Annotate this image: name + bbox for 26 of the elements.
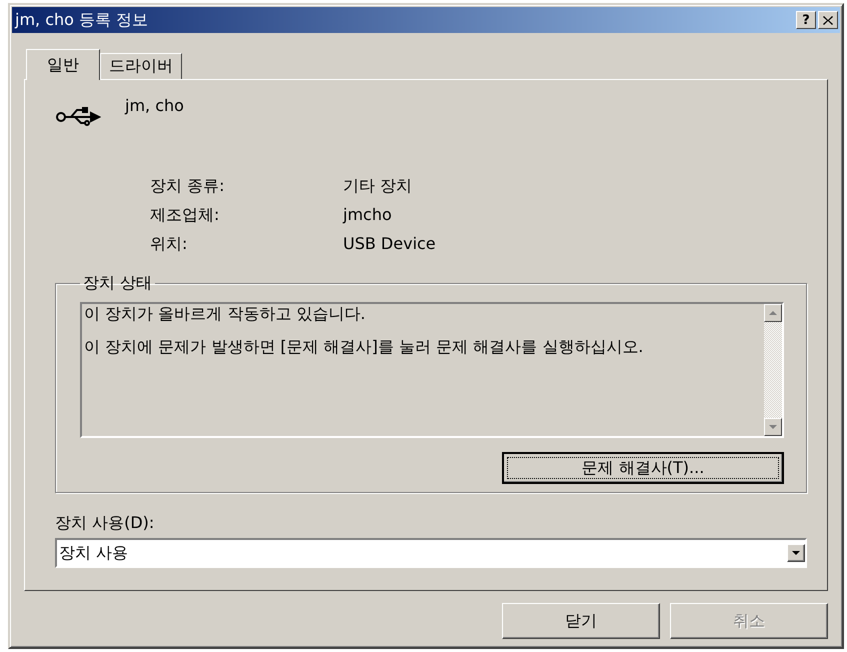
property-label: 장치 종류: <box>150 176 226 197</box>
dialog-button[interactable]: 닫기 <box>502 603 660 639</box>
window-title: jm, cho 등록 정보 <box>15 10 150 30</box>
device-name: jm, cho <box>125 96 184 115</box>
property-label: 제조업체: <box>150 205 220 226</box>
status-message: 이 장치가 올바르게 작동하고 있습니다. <box>84 306 366 323</box>
close-icon <box>823 16 833 24</box>
property-value: jmcho <box>343 205 393 226</box>
usage-dropdown[interactable]: 장치 사용 <box>55 538 807 568</box>
property-label: 위치: <box>150 234 188 255</box>
tab[interactable]: 일반 <box>26 49 100 80</box>
property-value: USB Device <box>343 234 437 255</box>
troubleshoot-button[interactable]: 문제 해결사(T)... <box>502 452 784 484</box>
status-message: 이 장치에 문제가 발생하면 [문제 해결사]를 눌러 문제 해결사를 실행하십시오. <box>84 338 644 356</box>
dropdown-arrow-icon <box>792 551 800 555</box>
scrollbar[interactable] <box>764 304 782 436</box>
usage-label: 장치 사용(D): <box>55 513 156 534</box>
property-value: 기타 장치 <box>343 176 414 197</box>
status-text-area[interactable]: 이 장치가 올바르게 작동하고 있습니다. 이 장치에 문제가 발생하면 [문제 해결사]를 눌러 문제 해결사를 실행하십시오. <box>80 302 784 438</box>
help-button[interactable]: ? <box>796 11 816 29</box>
group-label: 장치 상태 <box>82 273 154 294</box>
tab[interactable]: 드라이버 <box>100 53 182 79</box>
close-button[interactable] <box>818 11 838 29</box>
down-arrow-icon <box>769 425 777 429</box>
up-arrow-icon <box>769 311 777 315</box>
usb-icon <box>55 106 101 128</box>
